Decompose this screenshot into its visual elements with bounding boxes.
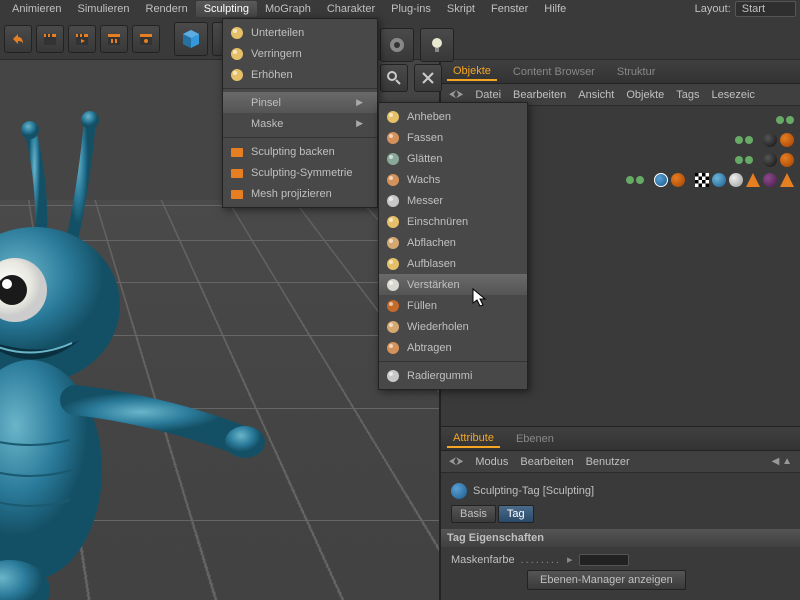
- menu-charakter[interactable]: Charakter: [319, 1, 383, 17]
- menu-animieren[interactable]: Animieren: [4, 1, 70, 17]
- attribute-tabs: Attribute Ebenen: [441, 427, 800, 451]
- attribute-manager: Attribute Ebenen ⮜⮞ Modus Bearbeiten Ben…: [441, 426, 800, 600]
- brush-submenu[interactable]: AnhebenFassenGlättenWachsMesserEinschnür…: [378, 102, 528, 390]
- toolbar-clapperboard-1[interactable]: [36, 25, 64, 53]
- brush-fassen[interactable]: Fassen: [379, 127, 527, 148]
- menu-fenster[interactable]: Fenster: [483, 1, 536, 17]
- brush-radiergummi[interactable]: Radiergummi: [379, 365, 527, 386]
- subtab-basis[interactable]: Basis: [451, 505, 496, 523]
- toolbar-undo-button[interactable]: [4, 25, 32, 53]
- toolbar-search-button[interactable]: [380, 64, 408, 92]
- brush-einschnüren[interactable]: Einschnüren: [379, 211, 527, 232]
- layout-label: Layout:: [695, 3, 731, 15]
- toolbar-clapperboard-2[interactable]: [68, 25, 96, 53]
- tab-content-browser[interactable]: Content Browser: [507, 64, 601, 80]
- object-tags[interactable]: [763, 133, 794, 147]
- menu-rendern[interactable]: Rendern: [138, 1, 196, 17]
- toolbar-cross-button[interactable]: [414, 64, 442, 92]
- tag-title-row: Sculpting-Tag [Sculpting]: [451, 483, 790, 499]
- attr-subtabs: Basis Tag: [451, 505, 790, 523]
- brush-aufblasen[interactable]: Aufblasen: [379, 253, 527, 274]
- attribute-subbar: ⮜⮞ Modus Bearbeiten Benutzer ◀ ▲: [441, 451, 800, 473]
- subbar-ansicht[interactable]: Ansicht: [578, 89, 614, 101]
- floating-toolbar: [380, 28, 454, 62]
- maskcolor-label: Maskenfarbe: [451, 554, 515, 566]
- menu-skript[interactable]: Skript: [439, 1, 483, 17]
- subbar-nav-icon[interactable]: ⮜⮞: [449, 89, 463, 100]
- tab-struktur[interactable]: Struktur: [611, 64, 662, 80]
- menuitem-unterteilen[interactable]: Unterteilen: [223, 22, 377, 43]
- object-manager-tabs: Objekte Content Browser Struktur: [441, 60, 800, 84]
- attr-bearbeiten[interactable]: Bearbeiten: [520, 456, 573, 468]
- expand-arrow-icon[interactable]: ▸: [567, 553, 573, 566]
- maskcolor-row: Maskenfarbe ........ ▸: [451, 553, 790, 566]
- brush-wiederholen[interactable]: Wiederholen: [379, 316, 527, 337]
- subbar-datei[interactable]: Datei: [475, 89, 501, 101]
- menuitem-maske[interactable]: Maske▶: [223, 113, 377, 134]
- menu-mograph[interactable]: MoGraph: [257, 1, 319, 17]
- brush-messer[interactable]: Messer: [379, 190, 527, 211]
- tab-ebenen[interactable]: Ebenen: [510, 431, 560, 447]
- main-menu-bar: AnimierenSimulierenRendernSculptingMoGra…: [0, 0, 800, 18]
- subbar-lesezeichen[interactable]: Lesezeic: [712, 89, 755, 101]
- menuitem-verringern[interactable]: Verringern: [223, 43, 377, 64]
- toolbar-gear-button[interactable]: [380, 28, 414, 62]
- object-tags[interactable]: [763, 153, 794, 167]
- subbar-bearbeiten[interactable]: Bearbeiten: [513, 89, 566, 101]
- maskcolor-field[interactable]: [579, 554, 629, 566]
- brush-anheben[interactable]: Anheben: [379, 106, 527, 127]
- brush-wachs[interactable]: Wachs: [379, 169, 527, 190]
- attr-options-icon[interactable]: ◀ ▲: [772, 456, 792, 467]
- sculpting-tag-icon: [451, 483, 467, 499]
- menuitem-sculpting-backen[interactable]: Sculpting backen: [223, 141, 377, 162]
- layout-dropdown[interactable]: Start: [735, 1, 796, 17]
- brush-abtragen[interactable]: Abtragen: [379, 337, 527, 358]
- menu-plug-ins[interactable]: Plug-ins: [383, 1, 439, 17]
- menu-simulieren[interactable]: Simulieren: [70, 1, 138, 17]
- menu-sculpting[interactable]: Sculpting: [196, 1, 257, 17]
- sculpting-menu[interactable]: UnterteilenVerringernErhöhen Pinsel▶Maske…: [222, 18, 378, 208]
- menu-hilfe[interactable]: Hilfe: [536, 1, 574, 17]
- menuitem-mesh-projizieren[interactable]: Mesh projizieren: [223, 183, 377, 204]
- group-header: Tag Eigenschaften: [441, 529, 800, 547]
- attr-benutzer[interactable]: Benutzer: [586, 456, 630, 468]
- toolbar-clapperboard-3[interactable]: [100, 25, 128, 53]
- subtab-tag[interactable]: Tag: [498, 505, 534, 523]
- subbar-nav-icon[interactable]: ⮜⮞: [449, 456, 463, 467]
- brush-glätten[interactable]: Glätten: [379, 148, 527, 169]
- menuitem-sculpting-symmetrie[interactable]: Sculpting-Symmetrie: [223, 162, 377, 183]
- brush-verstärken[interactable]: Verstärken: [379, 274, 527, 295]
- layer-manager-button[interactable]: Ebenen-Manager anzeigen: [527, 570, 686, 590]
- menuitem-pinsel[interactable]: Pinsel▶: [223, 92, 377, 113]
- toolbar-cube-button[interactable]: [174, 22, 208, 56]
- toolbar-clapperboard-4[interactable]: [132, 25, 160, 53]
- brush-füllen[interactable]: Füllen: [379, 295, 527, 316]
- toolbar-light-button[interactable]: [420, 28, 454, 62]
- menuitem-erhöhen[interactable]: Erhöhen: [223, 64, 377, 85]
- brush-abflachen[interactable]: Abflachen: [379, 232, 527, 253]
- tag-title: Sculpting-Tag [Sculpting]: [473, 485, 594, 497]
- tab-attribute[interactable]: Attribute: [447, 430, 500, 448]
- attr-modus[interactable]: Modus: [475, 456, 508, 468]
- subbar-tags[interactable]: Tags: [676, 89, 699, 101]
- object-tags[interactable]: [654, 173, 794, 187]
- subbar-objekte[interactable]: Objekte: [626, 89, 664, 101]
- tab-objekte[interactable]: Objekte: [447, 63, 497, 81]
- floating-toolbar-2: [380, 64, 442, 92]
